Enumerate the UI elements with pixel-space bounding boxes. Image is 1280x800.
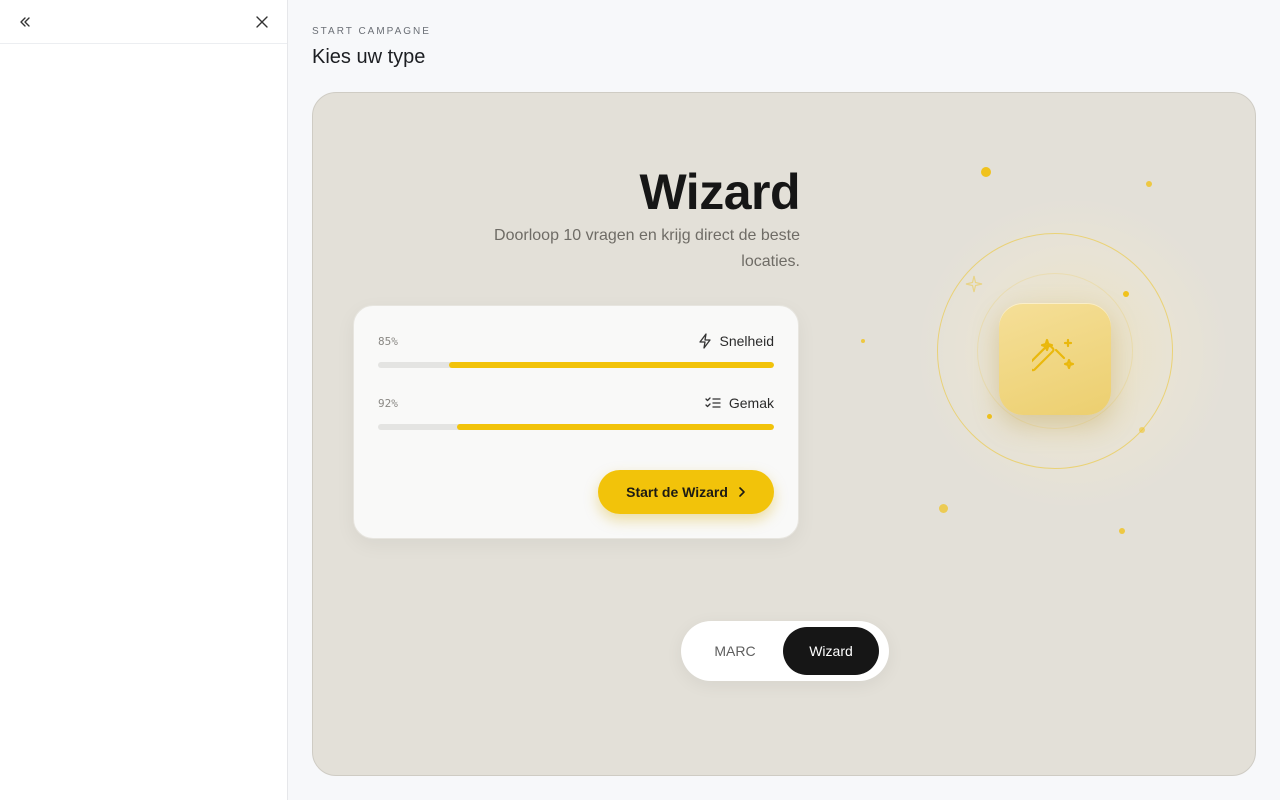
start-wizard-button[interactable]: Start de Wizard [598,470,774,514]
sparkle-icon [965,275,983,293]
sparkle-dot [987,414,992,419]
chevrons-left-icon[interactable] [16,13,34,31]
metrics-card: 85% Snelheid 92% Gemak Start de Wizard [353,305,799,539]
metric-percent: 92% [378,396,398,410]
main-content: START CAMPAGNE Kies uw type Wizard Doorl… [288,0,1280,800]
magic-wand-icon [999,303,1111,415]
close-icon[interactable] [253,13,271,31]
eyebrow-label: START CAMPAGNE [312,26,431,37]
sparkle-dot [981,167,991,177]
sparkle-dot [1139,427,1145,433]
sparkle-dot [861,339,865,343]
sidebar [0,0,288,800]
metric-percent: 85% [378,334,398,348]
metric-label: Snelheid [719,333,775,349]
toggle-option-marc[interactable]: MARC [687,627,783,675]
campaign-type-toggle: MARC Wizard [681,621,889,681]
sidebar-header [0,0,287,44]
sparkle-dot [1119,528,1125,534]
sparkle-dot [939,504,948,513]
metric-label-group: Snelheid [698,333,775,349]
page-title: Kies uw type [312,46,426,68]
metric-label: Gemak [728,395,774,411]
chevron-right-icon [739,487,745,497]
progress-fill [457,424,774,430]
metric-label-group: Gemak [705,395,774,411]
hero-description: Doorloop 10 vragen en krijg direct de be… [494,227,800,270]
metric-snelheid: 85% Snelheid [378,332,774,368]
start-wizard-label: Start de Wizard [626,484,728,500]
metric-gemak: 92% Gemak [378,394,774,430]
hero-title: Wizard [639,164,801,220]
progress-fill [449,362,774,368]
progress-bar [378,362,774,368]
progress-bar [378,424,774,430]
wizard-illustration [861,153,1233,553]
sparkle-dot [1123,291,1129,297]
sparkle-dot [1146,181,1152,187]
campaign-type-card: Wizard Doorloop 10 vragen en krijg direc… [312,92,1256,776]
zap-icon [698,333,711,349]
toggle-option-wizard[interactable]: Wizard [783,627,879,675]
list-checks-icon [705,397,721,408]
